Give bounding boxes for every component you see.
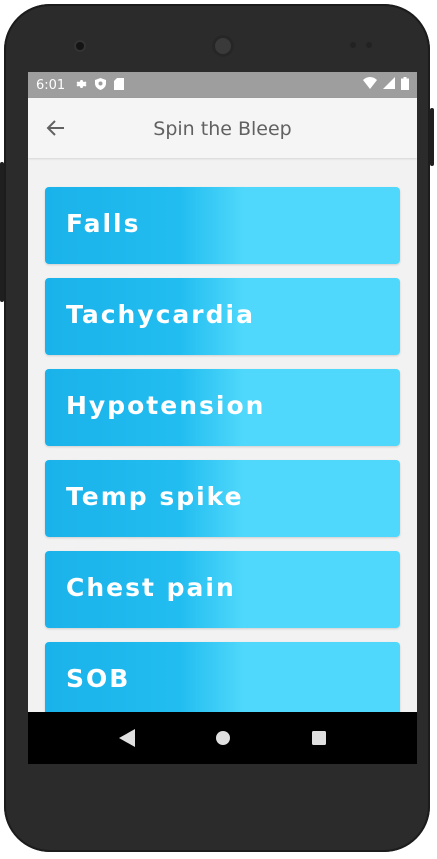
list-item-label: Tachycardia — [66, 300, 255, 329]
list-item-falls[interactable]: Falls — [45, 187, 400, 264]
light-sensor — [366, 42, 372, 48]
topic-list: Falls Tachycardia Hypotension Temp spike… — [28, 158, 417, 712]
shield-icon — [95, 77, 107, 93]
wifi-icon — [363, 77, 377, 93]
battery-icon — [401, 76, 409, 94]
app-bar: Spin the Bleep — [28, 98, 417, 158]
proximity-sensor — [350, 42, 356, 48]
list-item-temp-spike[interactable]: Temp spike — [45, 460, 400, 537]
power-button — [0, 162, 4, 302]
recents-square-icon[interactable] — [307, 726, 331, 750]
list-item-label: SOB — [66, 664, 131, 693]
system-nav-bar — [28, 712, 417, 764]
sd-card-icon — [114, 77, 125, 93]
list-item-chest-pain[interactable]: Chest pain — [45, 551, 400, 628]
back-triangle-icon[interactable] — [115, 726, 139, 750]
phone-frame: 6:01 Spin the Bleep Falls Tachycardia Hy… — [0, 4, 434, 852]
signal-icon — [383, 77, 395, 93]
list-item-label: Chest pain — [66, 573, 236, 602]
status-bar: 6:01 — [28, 72, 417, 98]
list-item-sob[interactable]: SOB — [45, 642, 400, 712]
settings-icon — [75, 78, 87, 93]
front-camera — [76, 42, 84, 50]
earpiece-speaker — [212, 35, 234, 57]
list-item-tachycardia[interactable]: Tachycardia — [45, 278, 400, 355]
list-item-label: Falls — [66, 209, 141, 238]
list-item-hypotension[interactable]: Hypotension — [45, 369, 400, 446]
volume-button — [430, 108, 434, 166]
page-title: Spin the Bleep — [153, 118, 292, 140]
home-circle-icon[interactable] — [211, 726, 235, 750]
status-time: 6:01 — [36, 77, 66, 93]
screen: 6:01 Spin the Bleep Falls Tachycardia Hy… — [28, 72, 417, 764]
status-right-icons — [363, 76, 409, 94]
list-item-label: Temp spike — [66, 482, 244, 511]
list-item-label: Hypotension — [66, 391, 266, 420]
